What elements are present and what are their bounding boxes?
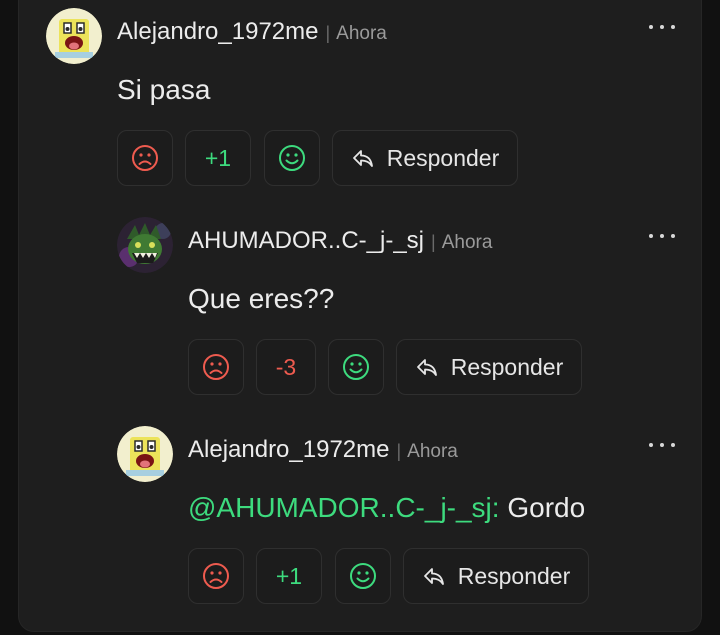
smiley-face-icon xyxy=(350,563,376,589)
reply-arrow-icon xyxy=(422,566,446,586)
like-button[interactable] xyxy=(328,339,384,395)
like-button[interactable] xyxy=(335,548,391,604)
reply-label: Responder xyxy=(457,562,571,589)
separator: | xyxy=(325,23,331,43)
smiley-face-icon xyxy=(343,354,369,380)
dislike-button[interactable] xyxy=(117,130,173,186)
comment-text-content: Gordo xyxy=(507,492,586,523)
comment: AHUMADOR..C-_j-_sj | Ahora Que eres?? -3 xyxy=(117,217,697,407)
comment-header: AHUMADOR..C-_j-_sj | Ahora xyxy=(188,227,492,255)
separator: | xyxy=(396,441,402,461)
user-avatar[interactable] xyxy=(117,217,173,273)
user-mention-link[interactable]: @AHUMADOR..C-_j-_sj: xyxy=(188,492,500,523)
score-value: -3 xyxy=(256,339,316,395)
reply-button[interactable]: Responder xyxy=(332,130,518,186)
score-value: +1 xyxy=(256,548,322,604)
reply-arrow-icon xyxy=(351,148,375,168)
sad-face-icon xyxy=(132,145,158,171)
reply-arrow-icon xyxy=(415,357,439,377)
comment-text: Que eres?? xyxy=(188,283,334,315)
monster-avatar-icon xyxy=(117,217,173,273)
dislike-button[interactable] xyxy=(188,548,244,604)
timestamp: Ahora xyxy=(336,23,387,44)
username[interactable]: Alejandro_1972me xyxy=(188,436,389,464)
reply-label: Responder xyxy=(386,144,500,171)
sad-face-icon xyxy=(203,563,229,589)
comment-header: Alejandro_1972me | Ahora xyxy=(188,436,458,464)
reply-button[interactable]: Responder xyxy=(396,339,582,395)
comment: Alejandro_1972me | Ahora Si pasa +1 Resp… xyxy=(46,8,706,198)
more-dots-icon[interactable] xyxy=(649,231,675,241)
more-dots-icon[interactable] xyxy=(649,440,675,450)
user-avatar[interactable] xyxy=(46,8,102,64)
comment-text-content: Si pasa xyxy=(117,74,211,105)
more-dots-icon[interactable] xyxy=(649,22,675,32)
dislike-button[interactable] xyxy=(188,339,244,395)
like-button[interactable] xyxy=(264,130,320,186)
user-avatar[interactable] xyxy=(117,426,173,482)
username[interactable]: Alejandro_1972me xyxy=(117,18,318,46)
comment-text: @AHUMADOR..C-_j-_sj: Gordo xyxy=(188,492,585,524)
comment-text: Si pasa xyxy=(117,74,210,106)
comment-text-content: Que eres?? xyxy=(188,283,335,314)
timestamp: Ahora xyxy=(441,232,493,253)
separator: | xyxy=(431,232,436,252)
reply-button[interactable]: Responder xyxy=(403,548,589,604)
score-value: +1 xyxy=(185,130,251,186)
sponge-avatar-icon xyxy=(117,426,173,482)
reply-label: Responder xyxy=(450,353,564,380)
sad-face-icon xyxy=(203,354,229,380)
smiley-face-icon xyxy=(279,145,305,171)
username[interactable]: AHUMADOR..C-_j-_sj xyxy=(188,227,424,255)
sponge-avatar-icon xyxy=(46,8,102,64)
comment: Alejandro_1972me | Ahora @AHUMADOR..C-_j… xyxy=(117,426,697,616)
comment-header: Alejandro_1972me | Ahora xyxy=(117,18,387,46)
timestamp: Ahora xyxy=(407,441,458,462)
